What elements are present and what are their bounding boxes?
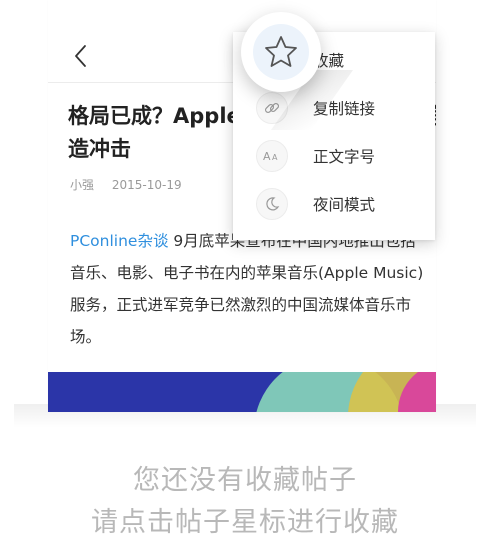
article-author: 小强	[70, 178, 95, 192]
article-date: 2015-10-19	[111, 178, 182, 192]
moon-icon	[256, 188, 288, 220]
star-highlight	[253, 24, 309, 80]
back-button[interactable]	[70, 42, 94, 70]
menu-item-font-size[interactable]: A A 正文字号	[233, 134, 435, 180]
svg-text:A: A	[263, 150, 271, 163]
empty-state-hint: 请点击帖子星标进行收藏	[91, 507, 399, 538]
chevron-left-icon	[75, 45, 86, 67]
article-source: PConline杂谈	[70, 232, 169, 250]
menu-item-copy-link-label: 复制链接	[313, 100, 376, 118]
link-icon	[256, 92, 288, 124]
font-size-icon: A A	[256, 140, 288, 172]
favorite-star-button[interactable]	[241, 12, 321, 92]
menu-item-font-size-label: 正文字号	[313, 148, 376, 166]
menu-item-night-mode[interactable]: 夜间模式	[233, 182, 435, 228]
tutorial-illustration: 格局已成？Apple Music 正式进军竞争 造冲击 小强 2015-10-1…	[0, 0, 490, 428]
star-icon	[265, 36, 297, 67]
article-hero-image	[48, 372, 436, 412]
menu-item-night-mode-label: 夜间模式	[313, 196, 376, 214]
article-body: PConline杂谈 9月底苹果宣布在中国内地推出包括音乐、电影、电子书在内的苹…	[70, 225, 430, 353]
article-meta: 小强 2015-10-19	[70, 176, 196, 193]
menu-item-copy-link[interactable]: 复制链接	[233, 86, 435, 132]
empty-state-title: 您还没有收藏帖子	[133, 465, 357, 496]
svg-text:A: A	[272, 153, 278, 162]
